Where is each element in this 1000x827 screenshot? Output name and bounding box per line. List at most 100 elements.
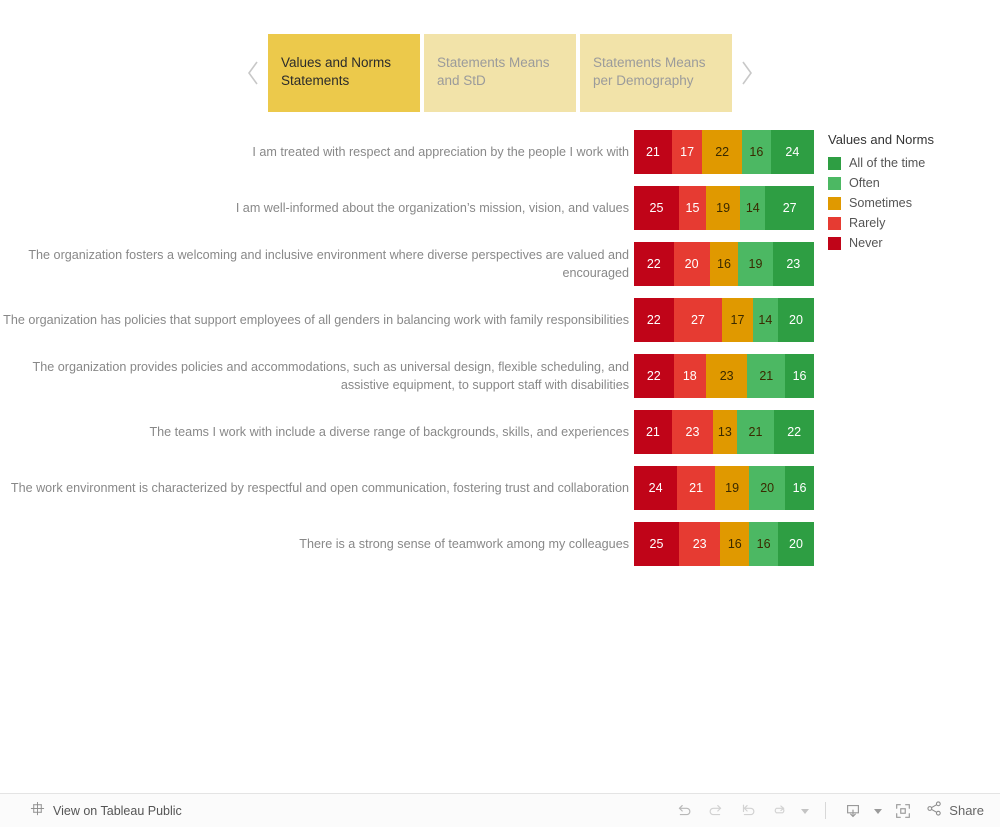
bar-segment-all-of-the-time[interactable]: 27 bbox=[765, 186, 814, 230]
tab-values-and-norms-statements[interactable]: Values and Norms Statements bbox=[268, 34, 420, 112]
bar-segment-all-of-the-time[interactable]: 20 bbox=[777, 522, 814, 566]
bar-segment-rarely[interactable]: 23 bbox=[679, 522, 721, 566]
legend-item-all-of-the-time[interactable]: All of the time bbox=[828, 153, 998, 173]
legend-item-list: All of the time Often Sometimes Rarely Never bbox=[828, 153, 998, 253]
chart-row: The organization has policies that suppo… bbox=[0, 298, 1000, 342]
legend-item-label: Rarely bbox=[849, 216, 886, 230]
bar-segment-sometimes[interactable]: 16 bbox=[720, 522, 750, 566]
legend-item-sometimes[interactable]: Sometimes bbox=[828, 193, 998, 213]
chart-row-label: The organization has policies that suppo… bbox=[3, 313, 629, 327]
revert-icon[interactable] bbox=[733, 798, 763, 824]
chart-row-label: The work environment is characterized by… bbox=[10, 481, 629, 495]
bar-segment-never[interactable]: 22 bbox=[634, 354, 674, 398]
legend-swatch-icon bbox=[828, 176, 841, 190]
dashboard-tabstrip: Values and Norms Statements Statements M… bbox=[240, 34, 760, 112]
bar-segment-rarely[interactable]: 15 bbox=[679, 186, 706, 230]
legend-item-often[interactable]: Often bbox=[828, 173, 998, 193]
bar-segment-sometimes[interactable]: 16 bbox=[709, 242, 739, 286]
bar-segment-sometimes[interactable]: 17 bbox=[722, 298, 753, 342]
bar-segment-sometimes[interactable]: 19 bbox=[706, 186, 741, 230]
bar-segment-never[interactable]: 21 bbox=[634, 130, 672, 174]
bar-segment-often[interactable]: 14 bbox=[752, 298, 778, 342]
bar-segment-sometimes[interactable]: 13 bbox=[713, 410, 737, 454]
tab-list: Values and Norms Statements Statements M… bbox=[268, 34, 732, 112]
download-icon[interactable] bbox=[838, 798, 868, 824]
legend-swatch-icon bbox=[828, 196, 841, 210]
chart-row: The organization provides policies and a… bbox=[0, 354, 1000, 398]
chart-row-bars: 25 23 16 16 20 bbox=[634, 522, 814, 566]
legend-swatch-icon bbox=[828, 236, 841, 250]
bar-segment-rarely[interactable]: 23 bbox=[671, 410, 714, 454]
legend-item-label: Never bbox=[849, 236, 883, 250]
legend-item-never[interactable]: Never bbox=[828, 233, 998, 253]
chart-row-label: The teams I work with include a diverse … bbox=[149, 425, 629, 439]
tab-statements-means-per-demography[interactable]: Statements Means per Demography bbox=[580, 34, 732, 112]
bar-segment-all-of-the-time[interactable]: 16 bbox=[785, 466, 814, 510]
chart-row-bars: 22 20 16 19 23 bbox=[634, 242, 814, 286]
chart-row-label: There is a strong sense of teamwork amon… bbox=[299, 537, 629, 551]
bar-segment-sometimes[interactable]: 19 bbox=[714, 466, 750, 510]
chart-row-label: The organization fosters a welcoming and… bbox=[28, 248, 629, 280]
bar-segment-all-of-the-time[interactable]: 16 bbox=[785, 354, 814, 398]
legend-title: Values and Norms bbox=[828, 132, 934, 147]
tab-statements-means-and-std[interactable]: Statements Means and StD bbox=[424, 34, 576, 112]
bar-segment-often[interactable]: 21 bbox=[747, 354, 786, 398]
bar-segment-often[interactable]: 20 bbox=[749, 466, 786, 510]
bar-segment-often[interactable]: 16 bbox=[749, 522, 778, 566]
bar-segment-never[interactable]: 25 bbox=[634, 522, 679, 566]
bar-segment-rarely[interactable]: 18 bbox=[673, 354, 706, 398]
chart-row: The teams I work with include a diverse … bbox=[0, 410, 1000, 454]
chart-row-bars: 21 17 22 16 24 bbox=[634, 130, 814, 174]
chart-row-label: The organization provides policies and a… bbox=[32, 360, 629, 392]
bar-segment-often[interactable]: 21 bbox=[736, 410, 775, 454]
tab-label: Statements Means and StD bbox=[437, 55, 550, 88]
bar-segment-rarely[interactable]: 21 bbox=[677, 466, 715, 510]
bar-segment-never[interactable]: 25 bbox=[634, 186, 679, 230]
view-on-tableau-public-link[interactable]: View on Tableau Public bbox=[0, 801, 182, 821]
bar-segment-sometimes[interactable]: 22 bbox=[702, 130, 742, 174]
chart-legend: Values and Norms All of the time Often Som… bbox=[828, 132, 998, 253]
bar-segment-never[interactable]: 22 bbox=[634, 298, 674, 342]
share-button[interactable]: Share bbox=[926, 800, 984, 822]
chart-row-label: I am well-informed about the organizatio… bbox=[235, 201, 629, 215]
tab-label: Statements Means per Demography bbox=[593, 55, 706, 88]
toolbar-divider bbox=[825, 802, 827, 819]
chart-row: There is a strong sense of teamwork amon… bbox=[0, 522, 1000, 566]
bar-segment-sometimes[interactable]: 23 bbox=[705, 354, 748, 398]
pause-updates-dropdown-icon[interactable] bbox=[797, 798, 813, 824]
bar-segment-often[interactable]: 16 bbox=[741, 130, 771, 174]
tab-prev-arrow-icon[interactable] bbox=[240, 34, 268, 112]
bar-segment-often[interactable]: 14 bbox=[740, 186, 766, 230]
bar-segment-never[interactable]: 22 bbox=[634, 242, 674, 286]
bar-segment-never[interactable]: 24 bbox=[634, 466, 678, 510]
redo-icon[interactable] bbox=[701, 798, 731, 824]
bar-segment-never[interactable]: 21 bbox=[634, 410, 672, 454]
refresh-icon[interactable] bbox=[765, 798, 795, 824]
view-on-tableau-public-label: View on Tableau Public bbox=[53, 803, 182, 818]
tab-label: Values and Norms Statements bbox=[281, 55, 392, 88]
legend-swatch-icon bbox=[828, 216, 841, 230]
tab-next-arrow-icon[interactable] bbox=[732, 34, 760, 112]
bar-segment-often[interactable]: 19 bbox=[738, 242, 773, 286]
download-dropdown-icon[interactable] bbox=[870, 798, 886, 824]
bar-segment-rarely[interactable]: 17 bbox=[671, 130, 703, 174]
bar-segment-all-of-the-time[interactable]: 20 bbox=[777, 298, 814, 342]
legend-item-label: Sometimes bbox=[849, 196, 912, 210]
bar-segment-rarely[interactable]: 20 bbox=[673, 242, 710, 286]
bar-segment-all-of-the-time[interactable]: 24 bbox=[770, 130, 814, 174]
share-icon bbox=[926, 800, 943, 822]
chart-row-bars: 24 21 19 20 16 bbox=[634, 466, 814, 510]
undo-icon[interactable] bbox=[669, 798, 699, 824]
legend-swatch-icon bbox=[828, 156, 841, 170]
bar-segment-rarely[interactable]: 27 bbox=[673, 298, 723, 342]
fullscreen-icon[interactable] bbox=[888, 798, 918, 824]
legend-item-label: Often bbox=[849, 176, 880, 190]
bar-segment-all-of-the-time[interactable]: 23 bbox=[772, 242, 814, 286]
chart-row-bars: 21 23 13 21 22 bbox=[634, 410, 814, 454]
chart-row-bars: 22 18 23 21 16 bbox=[634, 354, 814, 398]
bar-segment-all-of-the-time[interactable]: 22 bbox=[774, 410, 814, 454]
chart-row-bars: 25 15 19 14 27 bbox=[634, 186, 814, 230]
legend-item-rarely[interactable]: Rarely bbox=[828, 213, 998, 233]
toolbar-actions: Share bbox=[669, 798, 1000, 824]
chart-row: The work environment is characterized by… bbox=[0, 466, 1000, 510]
